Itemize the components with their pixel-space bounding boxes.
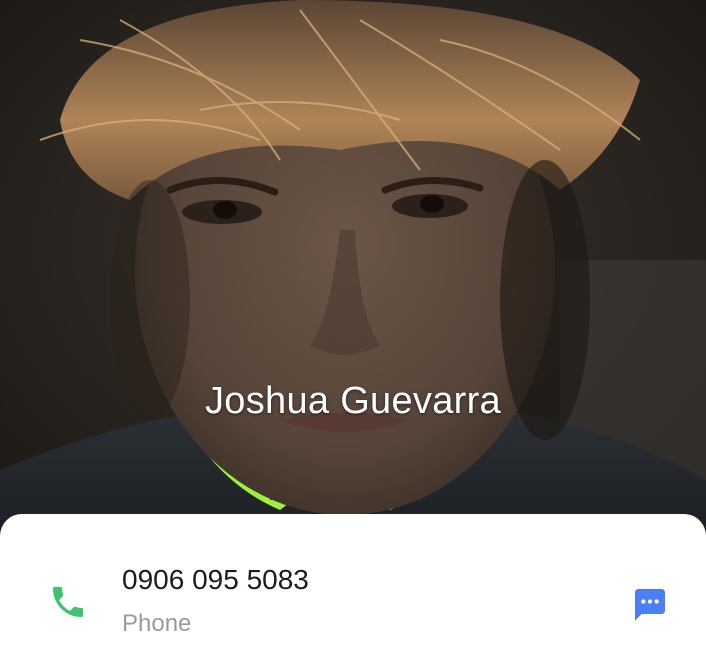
- phone-number[interactable]: 0906 095 5083: [122, 564, 309, 596]
- phone-entry-row[interactable]: 0906 095 5083 Phone: [0, 514, 706, 659]
- contact-name: Joshua Guevarra: [205, 380, 501, 422]
- contact-info-card: 0906 095 5083 Phone: [0, 514, 706, 659]
- contact-detail-screen: Joshua Guevarra 0906 095 5083 Phone: [0, 0, 706, 659]
- phone-icon[interactable]: [48, 582, 88, 622]
- phone-type-label: Phone: [122, 610, 192, 637]
- message-icon[interactable]: [630, 584, 670, 624]
- contact-photo: Joshua Guevarra: [0, 0, 706, 540]
